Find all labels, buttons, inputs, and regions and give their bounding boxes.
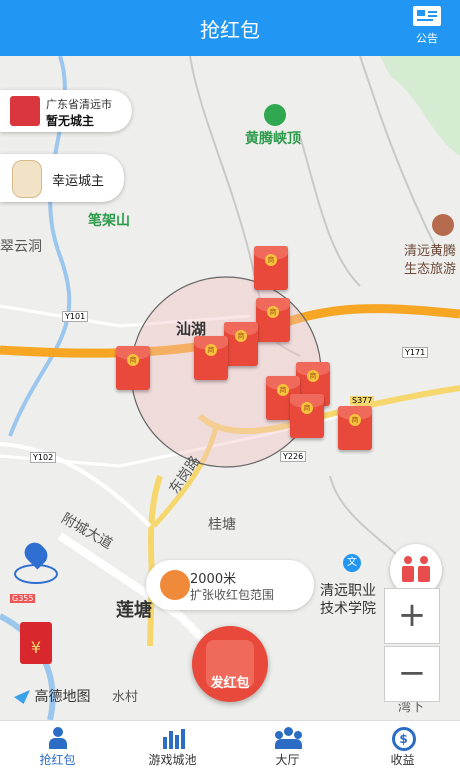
place-label: 莲塘 — [116, 600, 152, 621]
road-sign: Y171 — [402, 347, 429, 358]
scenic-icon — [432, 214, 454, 236]
road-sign: Y102 — [30, 452, 57, 463]
notice-label: 公告 — [416, 32, 438, 45]
city-owner-card[interactable]: 广东省清远市 暂无城主 — [0, 90, 132, 132]
map-view[interactable]: 黄腾峡顶 笔架山 翠云洞 清远黄腾 生态旅游 汕湖 桂塘 文 清远职业 技术学院… — [0, 56, 460, 720]
amap-logo-icon — [14, 690, 30, 704]
peak-icon — [264, 104, 286, 126]
tab-hall[interactable]: 大厅 — [230, 721, 345, 775]
place-label: 笔架山 — [88, 213, 130, 229]
road-sign: G355 — [10, 594, 36, 603]
range-hint: 扩张收红包范围 — [190, 588, 275, 602]
road-sign: Y226 — [280, 451, 307, 462]
top-bar: 抢红包 公告 — [0, 0, 460, 56]
page-title: 抢红包 — [200, 18, 260, 42]
couple-icon — [402, 556, 430, 584]
tab-grab[interactable]: 抢红包 — [0, 721, 115, 775]
place-label: 黄腾峡顶 — [245, 131, 301, 147]
news-icon — [413, 6, 441, 26]
expand-icon — [160, 570, 190, 600]
place-label: 技术学院 — [320, 601, 376, 617]
place-label: 翠云洞 — [0, 239, 42, 255]
send-label: 发红包 — [210, 676, 250, 691]
money-packet-icon[interactable]: ¥ — [20, 622, 52, 664]
place-label: 清远黄腾 — [404, 244, 457, 259]
packet-icon — [10, 96, 40, 126]
tab-income[interactable]: $ 收益 — [345, 721, 460, 775]
red-packet[interactable] — [338, 406, 372, 450]
place-label: 生态旅游 — [404, 262, 457, 277]
money-cycle-icon: $ — [390, 727, 416, 751]
zoom-in-button[interactable]: + — [384, 588, 440, 644]
lucky-cat-icon — [12, 160, 42, 198]
bottom-nav: 抢红包 游戏城池 大厅 $ 收益 — [0, 720, 460, 775]
lucky-owner-card[interactable]: 幸运城主 — [0, 154, 124, 202]
school-icon: 文 — [343, 554, 361, 572]
lucky-label: 幸运城主 — [52, 174, 105, 189]
zoom-out-button[interactable]: − — [384, 646, 440, 702]
tab-game-city[interactable]: 游戏城池 — [115, 721, 230, 775]
tab-label: 大厅 — [275, 753, 300, 767]
road-sign: Y101 — [62, 311, 89, 322]
bar-chart-icon — [160, 727, 186, 749]
red-packet[interactable] — [224, 322, 258, 366]
map-provider: 高德地图 — [14, 686, 90, 706]
user-icon — [45, 727, 71, 749]
notice-button[interactable]: 公告 — [402, 4, 452, 46]
place-label: 桂塘 — [208, 517, 236, 533]
locate-button[interactable] — [14, 538, 58, 586]
place-label: 清远职业 — [320, 583, 376, 599]
city-owner: 暂无城主 — [46, 114, 95, 128]
place-label: 水村 — [112, 690, 139, 705]
tab-label: 抢红包 — [39, 753, 76, 767]
group-icon — [274, 727, 302, 749]
tab-label: 收益 — [390, 753, 415, 767]
send-red-packet-button[interactable]: 发红包 — [192, 626, 268, 702]
range-bubble[interactable]: 2000米 扩张收红包范围 — [146, 560, 314, 610]
range-distance: 2000米 — [190, 572, 237, 587]
city-name: 广东省清远市 — [46, 98, 112, 111]
red-packet[interactable] — [290, 394, 324, 438]
road-sign: S377 — [350, 396, 375, 405]
tab-label: 游戏城池 — [148, 753, 197, 767]
red-packet[interactable] — [256, 298, 290, 342]
red-packet[interactable] — [116, 346, 150, 390]
red-packet[interactable] — [254, 246, 288, 290]
red-packet[interactable] — [194, 336, 228, 380]
